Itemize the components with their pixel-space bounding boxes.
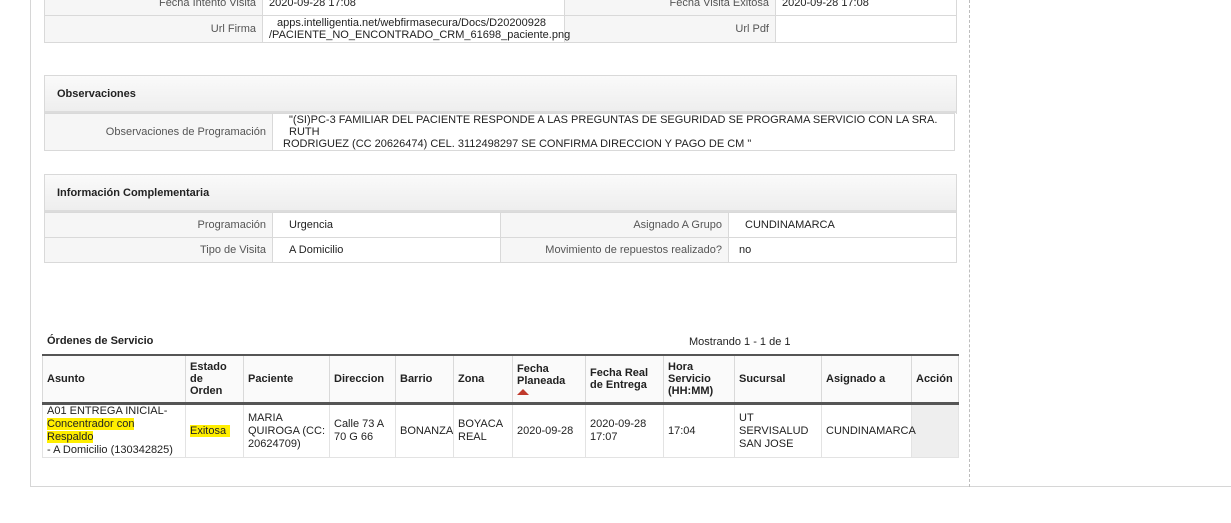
col-header-asignado[interactable]: Asignado a — [821, 354, 912, 405]
cell-direccion-line2: 70 G 66 — [334, 431, 374, 443]
cell-asignado: CUNDINAMARCA — [821, 403, 916, 458]
visit-info-table: Fecha Intento Visita 2020-09-28 17:08 Fe… — [44, 0, 957, 43]
cell-sucursal: UT SERVISALUD SAN JOSE — [734, 403, 822, 458]
observaciones-programacion-label: Observaciones de Programación — [44, 113, 273, 151]
observaciones-line1: "(SI)PC-3 FAMILIAR DEL PACIENTE RESPONDE… — [289, 114, 938, 138]
info-complementaria-title: Información Complementaria — [45, 175, 956, 212]
cell-fecha-planeada: 2020-09-28 — [512, 403, 586, 458]
cell-asunto-line3: - A Domicilio (130342825) — [47, 444, 173, 456]
url-firma-line2: /PACIENTE_NO_ENCONTRADO_CRM_61698_pacien… — [269, 29, 571, 41]
ordenes-pagination-count: Mostrando 1 - 1 de 1 — [689, 336, 791, 348]
col-header-accion: Acción — [911, 354, 959, 405]
cell-sucursal-line1: UT SERVISALUD — [739, 411, 809, 437]
repuestos-value: no — [728, 237, 957, 263]
col-header-fecha-planeada-line2: Planeada — [517, 375, 566, 387]
col-header-accion-label: Acción — [916, 373, 953, 385]
cell-sucursal-line2: SAN JOSE — [739, 437, 794, 450]
col-header-sucursal[interactable]: Sucursal — [734, 354, 822, 405]
observaciones-section: Observaciones — [44, 75, 957, 114]
col-header-estado-line3: Orden — [190, 385, 223, 397]
col-header-asunto-label: Asunto — [47, 373, 85, 385]
content-frame-bottom-border — [30, 486, 1231, 487]
cell-estado-value: Exitosa — [190, 424, 231, 437]
url-firma-label: Url Firma — [44, 15, 263, 43]
cell-accion[interactable] — [911, 403, 959, 458]
url-firma-line1: apps.intelligentia.net/webfirmasecura/Do… — [277, 17, 547, 29]
repuestos-label: Movimiento de repuestos realizado? — [500, 237, 729, 263]
col-header-sucursal-label: Sucursal — [739, 373, 786, 385]
programacion-label: Programación — [44, 212, 273, 238]
cell-zona-line2: REAL — [458, 431, 487, 443]
cell-barrio: BONANZA — [395, 403, 454, 458]
table-row: A01 ENTREGA INICIAL- Concentrador con Re… — [42, 403, 959, 458]
col-header-barrio-label: Barrio — [400, 373, 433, 385]
cell-asunto-line2: Concentrador con Respaldo — [47, 418, 135, 443]
tipo-visita-label: Tipo de Visita — [44, 237, 273, 263]
tipo-visita-value: A Domicilio — [272, 237, 501, 263]
cell-asunto: A01 ENTREGA INICIAL- Concentrador con Re… — [42, 403, 186, 458]
programacion-value: Urgencia — [272, 212, 501, 238]
observaciones-table: Observaciones de Programación "(SI)PC-3 … — [44, 113, 955, 151]
asignado-grupo-label: Asignado A Grupo — [500, 212, 729, 238]
url-pdf-value — [775, 15, 957, 43]
col-header-barrio[interactable]: Barrio — [395, 354, 454, 405]
cell-paciente-line1: MARIA — [248, 411, 283, 424]
url-pdf-label: Url Pdf — [564, 15, 776, 43]
col-header-paciente-label: Paciente — [248, 373, 294, 385]
cell-direccion: Calle 73 A 70 G 66 — [329, 403, 396, 458]
col-header-direccion[interactable]: Direccion — [329, 354, 396, 405]
cell-zona-line1: BOYACA — [458, 418, 504, 430]
observaciones-line2: RODRIGUEZ (CC 20626474) CEL. 3112498297 … — [283, 138, 752, 150]
fecha-intento-label: Fecha Intento Visita — [44, 0, 263, 16]
asignado-grupo-value: CUNDINAMARCA — [728, 212, 957, 238]
col-header-fecha-planeada-line1: Fecha — [517, 363, 549, 375]
observaciones-title: Observaciones — [45, 76, 956, 113]
cell-asunto-line1: A01 ENTREGA INICIAL- — [47, 405, 168, 417]
col-header-fecha-planeada[interactable]: Fecha Planeada — [512, 354, 586, 405]
ordenes-table: Asunto Estado de Orden Paciente Direccio… — [42, 354, 959, 458]
cell-estado: Exitosa — [185, 403, 244, 458]
col-header-estado-line1: Estado — [190, 361, 227, 373]
ordenes-title: Órdenes de Servicio — [47, 335, 154, 347]
cell-fecha-real-line1: 2020-09-28 — [590, 418, 647, 430]
col-header-hora-line3: (HH:MM) — [668, 385, 714, 397]
info-complementaria-table: Programación Urgencia Asignado A Grupo C… — [44, 212, 957, 263]
sort-ascending-icon — [517, 389, 529, 395]
fecha-intento-value: 2020-09-28 17:08 — [262, 0, 565, 16]
info-complementaria-section: Información Complementaria — [44, 174, 957, 213]
cell-fecha-real: 2020-09-28 17:07 — [585, 403, 664, 458]
col-header-fecha-real[interactable]: Fecha Real de Entrega — [585, 354, 664, 405]
cell-paciente-line2: QUIROGA (CC: — [248, 424, 326, 437]
cell-fecha-real-line2: 17:07 — [590, 431, 618, 443]
col-header-asunto[interactable]: Asunto — [42, 354, 186, 405]
page-edge-dashed-line — [969, 0, 970, 487]
fecha-exitosa-value: 2020-09-28 17:08 — [775, 0, 957, 16]
url-firma-value: apps.intelligentia.net/webfirmasecura/Do… — [262, 15, 571, 43]
col-header-estado-line2: de — [190, 373, 203, 385]
observaciones-programacion-value: "(SI)PC-3 FAMILIAR DEL PACIENTE RESPONDE… — [272, 113, 955, 151]
col-header-paciente[interactable]: Paciente — [243, 354, 330, 405]
col-header-estado[interactable]: Estado de Orden — [185, 354, 244, 405]
col-header-hora-line1: Hora — [668, 361, 694, 373]
cell-zona: BOYACA REAL — [453, 403, 513, 458]
col-header-fecha-real-line1: Fecha Real — [590, 367, 649, 379]
cell-paciente-line3: 20624709) — [248, 437, 301, 450]
cell-direccion-line1: Calle 73 A — [334, 418, 385, 430]
cell-hora-servicio: 17:04 — [663, 403, 735, 458]
col-header-asignado-label: Asignado a — [826, 373, 886, 385]
content-frame-left-border — [30, 0, 31, 487]
fecha-exitosa-label: Fecha Visita Exitosa — [564, 0, 776, 16]
col-header-hora-line2: Servicio — [668, 373, 711, 385]
col-header-hora-servicio[interactable]: Hora Servicio (HH:MM) — [663, 354, 735, 405]
col-header-direccion-label: Direccion — [334, 373, 385, 385]
cell-paciente: MARIA QUIROGA (CC: 20624709) — [243, 403, 330, 458]
col-header-fecha-real-line2: de Entrega — [590, 379, 647, 391]
col-header-zona[interactable]: Zona — [453, 354, 513, 405]
col-header-zona-label: Zona — [458, 373, 485, 385]
